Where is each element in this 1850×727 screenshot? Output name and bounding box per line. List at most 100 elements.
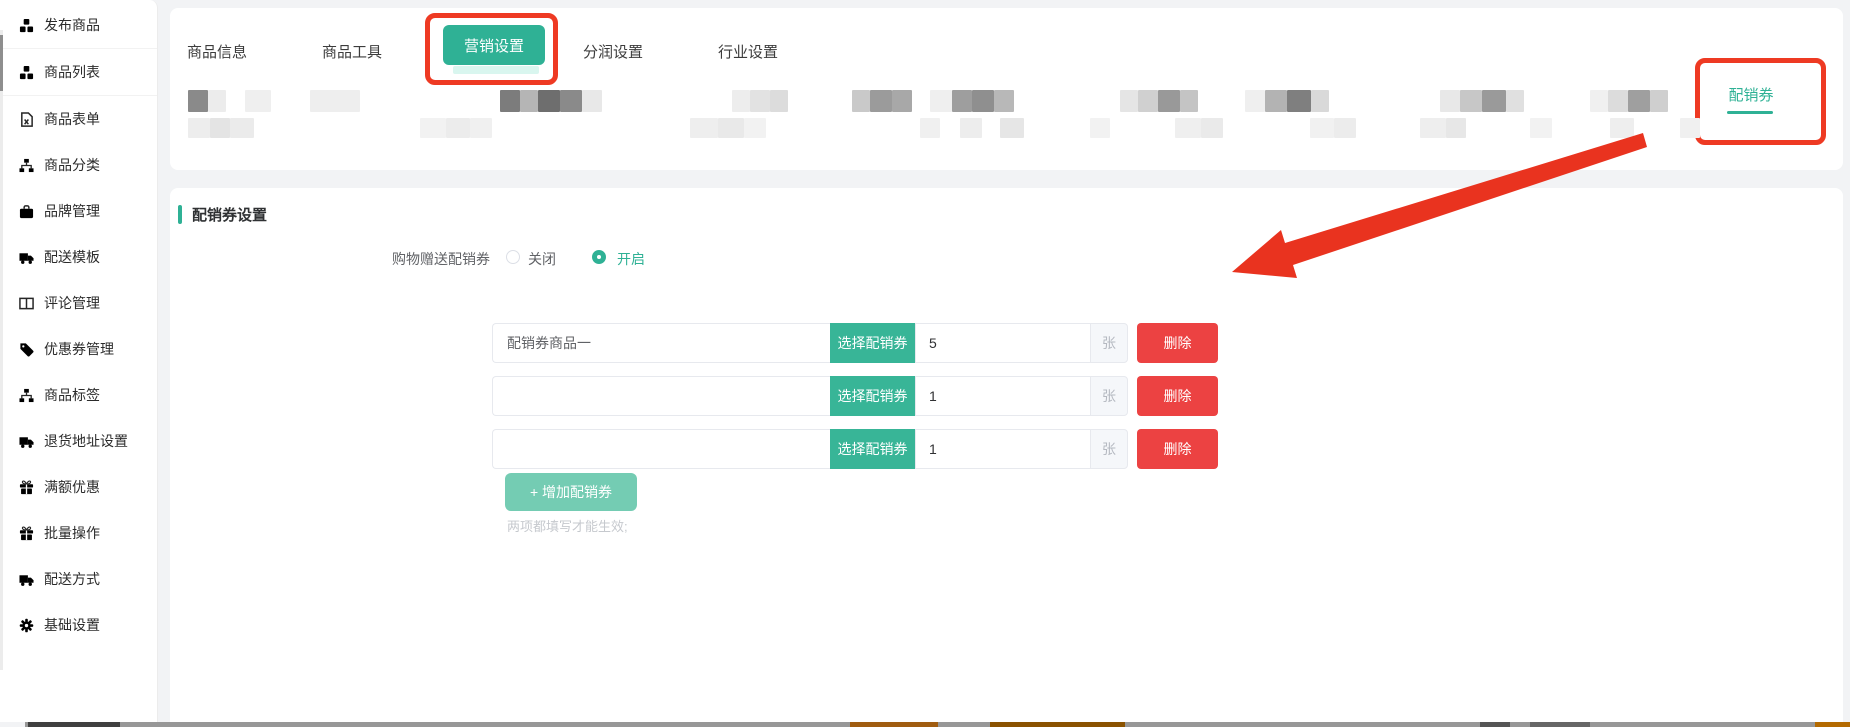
sidebar-item-product-tags[interactable]: 商品标签: [0, 372, 157, 418]
sidebar-item-delivery-method[interactable]: 配送方式: [0, 556, 157, 602]
sidebar-item-label: 退货地址设置: [44, 431, 128, 451]
radio-off-label[interactable]: 关闭: [528, 249, 556, 269]
redacted-block: [208, 90, 226, 112]
coupon-product-input[interactable]: [492, 429, 830, 469]
gift-icon: [19, 526, 34, 541]
unit-addon: 张: [1090, 323, 1128, 363]
redacted-block: [1420, 118, 1446, 138]
redacted-block: [960, 118, 982, 138]
redacted-block: [972, 90, 994, 112]
redacted-block: [1608, 90, 1628, 112]
section-accent-bar: [178, 205, 182, 224]
redacted-block: [582, 90, 602, 112]
sidebar-item-coupon-management[interactable]: 优惠券管理: [0, 326, 157, 372]
redacted-block: [188, 90, 208, 112]
truck-icon: [19, 250, 34, 265]
redacted-block: [1138, 90, 1158, 112]
redacted-block: [1628, 90, 1650, 112]
redacted-block: [520, 90, 538, 112]
sidebar-item-delivery-template[interactable]: 配送模板: [0, 234, 157, 280]
redacted-block: [1460, 90, 1482, 112]
sidebar-item-label: 配送方式: [44, 569, 100, 589]
redacted-block: [500, 90, 520, 112]
sidebar-item-full-discount[interactable]: 满额优惠: [0, 464, 157, 510]
redacted-block: [1482, 90, 1506, 112]
redacted-block: [732, 90, 750, 112]
redacted-block: [744, 118, 766, 138]
redacted-block: [310, 90, 360, 112]
delete-button[interactable]: 删除: [1137, 323, 1218, 363]
redacted-block: [560, 90, 582, 112]
helper-text: 两项都填写才能生效;: [507, 516, 628, 535]
coupon-row: 选择配销券 张 删除: [492, 429, 1392, 469]
taskbar-segment: [990, 722, 1125, 727]
coupon-product-input[interactable]: [492, 323, 830, 363]
briefcase-icon: [19, 204, 34, 219]
coupon-count-input[interactable]: [915, 429, 1090, 469]
sidebar-item-label: 评论管理: [44, 293, 100, 313]
redacted-block: [1000, 118, 1024, 138]
redacted-block: [770, 90, 788, 112]
redacted-block: [210, 118, 230, 138]
redacted-block: [1440, 90, 1460, 112]
unit-addon: 张: [1090, 376, 1128, 416]
redacted-block: [920, 118, 940, 138]
redacted-block: [1680, 118, 1700, 138]
sidebar-item-label: 商品标签: [44, 385, 100, 405]
redacted-block: [1180, 90, 1198, 112]
coupon-settings-card: 配销券设置 购物赠送配销券 关闭 开启 选择配销券 张 删除 选择配销券 张 删…: [170, 188, 1843, 727]
redacted-block: [870, 90, 892, 112]
redacted-block: [1610, 118, 1634, 138]
delete-button[interactable]: 删除: [1137, 376, 1218, 416]
redacted-block: [1590, 90, 1608, 112]
redacted-block: [1310, 118, 1334, 138]
sidebar-item-basic-settings[interactable]: 基础设置: [0, 602, 157, 648]
redacted-block: [1287, 90, 1311, 112]
taskbar-segment: [28, 722, 120, 727]
sidebar-item-return-address[interactable]: 退货地址设置: [0, 418, 157, 464]
gift-icon: [19, 480, 34, 495]
redacted-block: [1201, 118, 1223, 138]
sidebar-item-brand-management[interactable]: 品牌管理: [0, 188, 157, 234]
redacted-block: [420, 118, 446, 138]
taskbar-segment: [1530, 722, 1590, 727]
radio-on[interactable]: [592, 250, 606, 264]
sidebar-item-label: 配送模板: [44, 247, 100, 267]
coupon-product-input[interactable]: [492, 376, 830, 416]
delete-button[interactable]: 删除: [1137, 429, 1218, 469]
sidebar-item-label: 满额优惠: [44, 477, 100, 497]
sidebar-item-review-management[interactable]: 评论管理: [0, 280, 157, 326]
redacted-block: [245, 90, 271, 112]
radio-on-label[interactable]: 开启: [617, 249, 645, 269]
taskbar-segment: [1815, 722, 1850, 727]
gear-icon: [19, 618, 34, 633]
redacted-block: [1175, 118, 1201, 138]
unit-addon: 张: [1090, 429, 1128, 469]
redacted-block: [230, 118, 254, 138]
coupon-row: 选择配销券 张 删除: [492, 376, 1392, 416]
coupon-count-input[interactable]: [915, 376, 1090, 416]
radio-off[interactable]: [506, 250, 520, 264]
redacted-block: [1158, 90, 1180, 112]
select-coupon-button[interactable]: 选择配销券: [830, 323, 915, 363]
redacted-subnav-row: [0, 0, 1850, 170]
select-coupon-button[interactable]: 选择配销券: [830, 429, 915, 469]
redacted-block: [750, 90, 770, 112]
gift-coupon-label: 购物赠送配销券: [392, 249, 490, 269]
redacted-block: [718, 118, 744, 138]
select-coupon-button[interactable]: 选择配销券: [830, 376, 915, 416]
coupon-count-input[interactable]: [915, 323, 1090, 363]
redacted-block: [1446, 118, 1466, 138]
redacted-block: [930, 90, 952, 112]
sidebar-item-batch-operation[interactable]: 批量操作: [0, 510, 157, 556]
add-coupon-button[interactable]: + 增加配销券: [505, 473, 637, 511]
taskbar-segment: [1480, 722, 1510, 727]
redacted-block: [1334, 118, 1356, 138]
redacted-block: [994, 90, 1014, 112]
redacted-block: [1650, 90, 1668, 112]
columns-icon: [19, 296, 34, 311]
redacted-block: [1120, 90, 1138, 112]
redacted-block: [892, 90, 912, 112]
coupon-row: 选择配销券 张 删除: [492, 323, 1392, 363]
redacted-block: [1530, 118, 1552, 138]
